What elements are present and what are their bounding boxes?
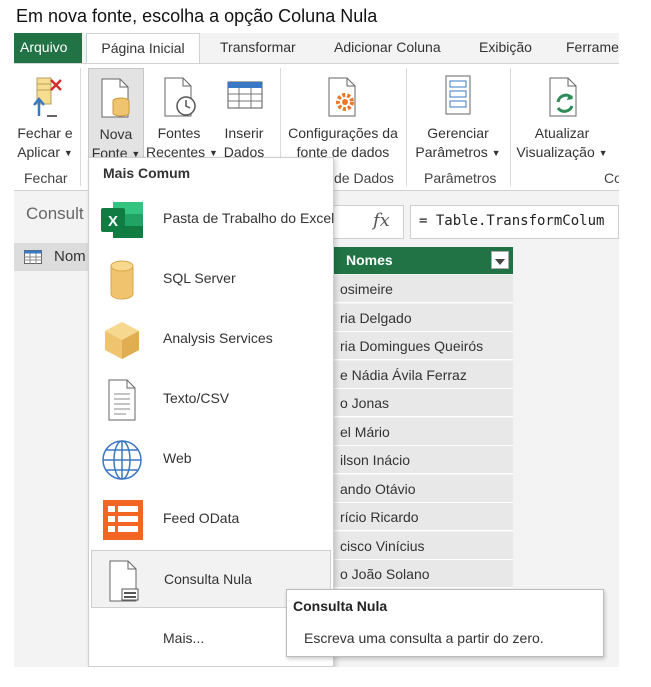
odata-icon	[103, 500, 143, 540]
power-query-window: Arquivo Página Inicial Transformar Adici…	[14, 33, 619, 667]
data-source-settings-icon	[328, 77, 356, 117]
chevron-down-icon: ▼	[598, 148, 608, 158]
table-cell[interactable]: cisco Vinícius	[332, 531, 513, 560]
table-cell[interactable]: o João Solano	[332, 560, 513, 588]
formula-text: = Table.TransformColum	[419, 213, 605, 229]
nova-fonte-button[interactable]: Nova Fonte ▼	[88, 68, 144, 162]
caption-text: Em nova fonte, escolha a opção Coluna Nu…	[16, 6, 378, 26]
ribbon-separator	[510, 68, 511, 186]
chevron-down-icon: ▼	[63, 148, 73, 158]
menu-item-label: Pasta de Trabalho do Excel	[163, 210, 335, 226]
chevron-down-icon: ▼	[491, 148, 501, 158]
parameters-icon	[445, 75, 471, 115]
query-item[interactable]: Nom	[14, 243, 88, 271]
group-label-fechar: Fechar	[24, 170, 68, 186]
blank-query-icon	[109, 560, 139, 602]
table-cell[interactable]: el Mário	[332, 417, 513, 446]
menu-item-label: Web	[163, 450, 192, 466]
table-cell[interactable]: ria Delgado	[332, 303, 513, 332]
recent-sources-icon	[164, 77, 196, 117]
configuracoes-label-1: Configurações da	[288, 125, 398, 141]
fechar-aplicar-button[interactable]: Fechar e Aplicar ▼	[14, 68, 76, 164]
gerenciar-parametros-button[interactable]: Gerenciar Parâmetros ▼	[412, 68, 504, 164]
menu-item-label: Mais...	[163, 630, 205, 646]
atualizar-label-1: Atualizar	[534, 125, 590, 141]
menu-item-label: Consulta Nula	[164, 571, 252, 587]
queries-pane: Consult Nom	[14, 191, 88, 667]
group-label-parametros: Parâmetros	[424, 170, 497, 186]
fx-icon[interactable]: fx	[373, 210, 390, 231]
query-name: Nom	[54, 248, 86, 265]
tab-exibicao[interactable]: Exibição	[479, 33, 532, 63]
nova-fonte-label-1: Nova	[99, 126, 133, 142]
table-cell[interactable]: ilson Inácio	[332, 446, 513, 474]
refresh-icon	[549, 77, 577, 117]
inserir-dados-button[interactable]: Inserir Dados	[216, 68, 272, 164]
tooltip-title: Consulta Nula	[293, 598, 388, 614]
cube-icon	[105, 322, 139, 359]
fechar-aplicar-label-2: Aplicar	[17, 144, 60, 160]
tab-ferramentas[interactable]: Ferrame	[566, 33, 619, 63]
dropdown-header: Mais Comum	[103, 165, 191, 181]
tab-transformar[interactable]: Transformar	[220, 33, 296, 63]
gerenciar-label-2: Parâmetros	[415, 144, 488, 160]
menu-item-excel[interactable]: X Pasta de Trabalho do Excel	[91, 190, 335, 248]
menu-item-label: Feed OData	[163, 510, 240, 526]
menu-item-label: Texto/CSV	[163, 390, 230, 406]
database-icon	[110, 260, 134, 300]
excel-icon: X	[101, 202, 143, 238]
fechar-aplicar-label-1: Fechar e	[17, 125, 73, 141]
table-icon	[227, 81, 263, 109]
document-icon	[108, 379, 136, 421]
gerenciar-label-1: Gerenciar	[427, 125, 489, 141]
inserir-dados-label-1: Inserir	[224, 125, 264, 141]
column-header-label: Nomes	[346, 252, 393, 268]
globe-icon	[102, 440, 142, 480]
ribbon-tab-bar: Arquivo Página Inicial Transformar Adici…	[14, 33, 619, 64]
table-icon	[24, 250, 42, 264]
group-label-dados: de Dados	[334, 170, 394, 186]
table-cell[interactable]: ando Otávio	[332, 474, 513, 503]
close-apply-icon	[33, 77, 62, 117]
configuracoes-fonte-button[interactable]: Configurações da fonte de dados	[284, 68, 402, 164]
table-cell[interactable]: o Jonas	[332, 389, 513, 417]
menu-item-analysis-services[interactable]: Analysis Services	[91, 310, 331, 368]
tab-arquivo[interactable]: Arquivo	[14, 33, 82, 63]
atualizar-label-2: Visualização	[516, 144, 595, 160]
tab-pagina-inicial[interactable]: Página Inicial	[86, 33, 200, 64]
atualizar-visualizacao-button[interactable]: Atualizar Visualização ▼	[514, 68, 610, 164]
new-source-icon	[101, 78, 130, 118]
chevron-down-icon	[495, 259, 505, 265]
ribbon-separator	[80, 68, 81, 186]
fontes-recentes-label-1: Fontes	[157, 125, 201, 141]
formula-bar-controls: fx	[332, 205, 404, 239]
menu-item-label: SQL Server	[163, 270, 236, 286]
menu-item-texto-csv[interactable]: Texto/CSV	[91, 370, 331, 428]
menu-item-sql-server[interactable]: SQL Server	[91, 250, 331, 308]
filter-dropdown-button[interactable]	[491, 251, 509, 269]
table-cell[interactable]: e Nádia Ávila Ferraz	[332, 360, 513, 389]
tab-adicionar-coluna[interactable]: Adicionar Coluna	[334, 33, 441, 63]
queries-pane-title: Consult	[26, 204, 84, 223]
column-header[interactable]: Nomes	[332, 247, 513, 274]
table-cell[interactable]: osimeire	[332, 275, 513, 303]
table-cell[interactable]: rício Ricardo	[332, 503, 513, 531]
svg-text:X: X	[108, 213, 118, 230]
menu-item-web[interactable]: Web	[91, 430, 331, 488]
fontes-recentes-button[interactable]: Fontes Recentes ▼	[146, 68, 218, 164]
tooltip: Consulta Nula Escreva uma consulta a par…	[286, 589, 604, 657]
formula-bar[interactable]: = Table.TransformColum	[410, 205, 619, 239]
table-cell[interactable]: ria Domingues Queirós	[332, 332, 513, 360]
tooltip-description: Escreva uma consulta a partir do zero.	[304, 630, 544, 646]
menu-item-label: Analysis Services	[163, 330, 273, 346]
menu-item-feed-odata[interactable]: Feed OData	[91, 490, 331, 548]
ribbon-separator	[406, 68, 407, 186]
group-label-consulta: Co	[604, 170, 619, 186]
